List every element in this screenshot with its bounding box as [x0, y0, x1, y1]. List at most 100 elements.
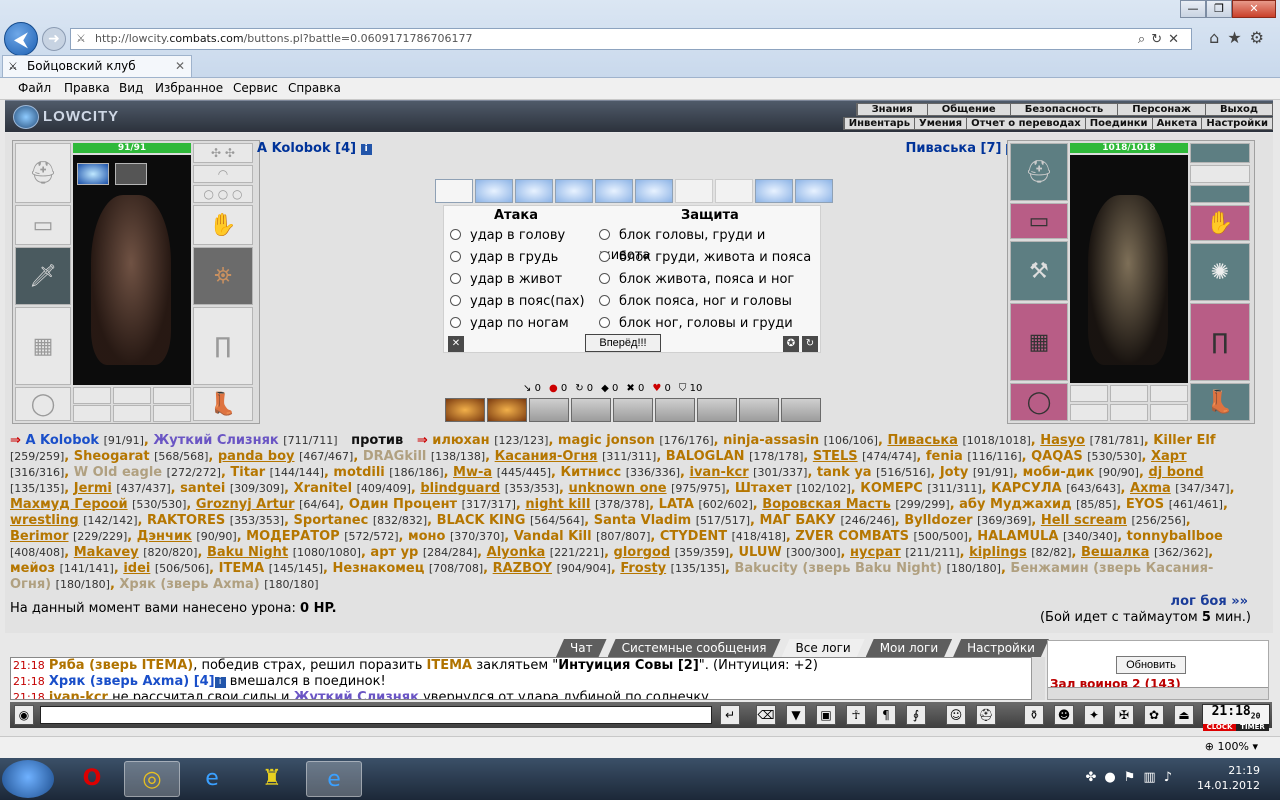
menu-tools[interactable]: Сервис: [233, 81, 278, 95]
defense-option-5[interactable]: блок ног, головы и груди: [599, 314, 793, 334]
combatant[interactable]: glorgod: [614, 545, 671, 560]
ie-active-icon[interactable]: e: [306, 761, 362, 797]
scroll-slot-6[interactable]: [635, 179, 673, 203]
combatant[interactable]: blindguard: [420, 481, 500, 496]
tactic-slot-4[interactable]: [571, 398, 611, 422]
clear-icon[interactable]: ⌫: [756, 705, 776, 725]
battle-log-link[interactable]: лог боя »»: [1171, 594, 1248, 609]
combatant[interactable]: Махмуд Героой: [10, 497, 128, 512]
combatant[interactable]: ivan-kcr: [690, 465, 749, 480]
maximize-button[interactable]: ❐: [1206, 0, 1232, 18]
chat-target[interactable]: Жуткий Слизняк: [294, 690, 419, 699]
info-icon[interactable]: i: [360, 144, 372, 155]
radio-button[interactable]: [450, 295, 461, 306]
combatant[interactable]: STELS: [813, 449, 858, 464]
menu-view[interactable]: Вид: [119, 81, 143, 95]
shield-slot[interactable]: ✺: [1190, 243, 1250, 301]
combatant[interactable]: Berimor: [10, 529, 68, 544]
refresh-icon[interactable]: ↻: [1151, 32, 1168, 47]
attack-belly-option[interactable]: удар в живот: [450, 270, 562, 290]
combatant[interactable]: Харт: [1151, 449, 1187, 464]
browser-tab[interactable]: ⚔ Бойцовский клуб ✕: [2, 55, 192, 77]
amulet-slot[interactable]: [1190, 165, 1250, 183]
helmet-slot[interactable]: ⛑: [1010, 143, 1068, 201]
refresh-icon[interactable]: ↻: [802, 336, 818, 352]
nav-character[interactable]: Персонаж: [1117, 104, 1205, 115]
scroll-slot-10[interactable]: [795, 179, 833, 203]
nav-skills[interactable]: Умения: [914, 118, 966, 129]
weapon-slot[interactable]: ⚒: [1010, 241, 1068, 301]
game-app-icon[interactable]: ♜: [244, 761, 300, 797]
combatant[interactable]: Mw-a: [453, 465, 492, 480]
boots-slot[interactable]: 👢: [193, 387, 253, 421]
go-button[interactable]: Вперёд!!!: [585, 334, 661, 352]
bird-icon[interactable]: ✦: [1084, 705, 1104, 725]
nav-inventory[interactable]: Инвентарь: [843, 118, 914, 129]
chat-target[interactable]: ITEMA: [427, 658, 473, 673]
nav-knowledge[interactable]: Знания: [856, 104, 927, 115]
minimize-button[interactable]: —: [1180, 0, 1206, 18]
combatant[interactable]: A Kolobok: [25, 433, 99, 448]
combatant[interactable]: Воровская Масть: [762, 497, 891, 512]
scroll-slot-8[interactable]: [715, 179, 753, 203]
combatant[interactable]: Пиваська: [887, 433, 958, 448]
defense-option-2[interactable]: блок груди, живота и пояса: [599, 248, 811, 268]
combatant[interactable]: Вешалка: [1081, 545, 1149, 560]
rune-slot-4[interactable]: [73, 405, 111, 422]
search-icon[interactable]: ⌕: [1138, 32, 1151, 47]
start-button[interactable]: [2, 760, 54, 798]
mask-icon[interactable]: ☻: [1054, 705, 1074, 725]
rune-slot-3[interactable]: [1150, 385, 1188, 402]
smiley-icon[interactable]: ☺: [946, 705, 966, 725]
belt-slot[interactable]: ◯: [1010, 383, 1068, 421]
combatant[interactable]: Хряк (зверь Axma): [119, 577, 259, 592]
tactic-slot-1[interactable]: [445, 398, 485, 422]
tactic-slot-3[interactable]: [529, 398, 569, 422]
nav-settings[interactable]: Настройки: [1201, 118, 1272, 129]
defense-option-1[interactable]: блок головы, груди и живота: [599, 226, 820, 263]
combatant[interactable]: kiplings: [969, 545, 1027, 560]
combatant[interactable]: Jermi: [74, 481, 112, 496]
combatant[interactable]: Hell scream: [1041, 513, 1127, 528]
radio-button[interactable]: [450, 251, 461, 262]
combatant[interactable]: night kill: [525, 497, 590, 512]
address-bar[interactable]: ⚔ http://lowcity.combats.com/buttons.pl?…: [70, 28, 1192, 50]
stop-icon[interactable]: ✕: [1168, 32, 1185, 47]
nav-communication[interactable]: Общение: [926, 104, 1010, 115]
combatant[interactable]: DRAGkill: [363, 449, 427, 464]
radio-button[interactable]: [599, 229, 610, 240]
menu-help[interactable]: Справка: [288, 81, 341, 95]
scroll-slot-2[interactable]: [475, 179, 513, 203]
chat-actor[interactable]: ivan-kcr: [49, 690, 108, 699]
scroll-slot-5[interactable]: [595, 179, 633, 203]
radio-button[interactable]: [450, 273, 461, 284]
walk-icon[interactable]: ☥: [846, 705, 866, 725]
volume-icon[interactable]: ♪: [1164, 770, 1180, 785]
rune-slot-1[interactable]: [1070, 385, 1108, 402]
rings-slot[interactable]: [1190, 185, 1250, 203]
buff-icon[interactable]: [77, 163, 109, 185]
potion-icon[interactable]: ⚱: [1024, 705, 1044, 725]
attack-legs-option[interactable]: удар по ногам: [450, 314, 569, 334]
tab-system-messages[interactable]: Системные сообщения: [608, 639, 781, 657]
defense-option-3[interactable]: блок живота, пояса и ног: [599, 270, 794, 290]
gloves-slot[interactable]: ✋: [193, 205, 253, 245]
flag-icon[interactable]: ⚑: [1124, 770, 1144, 785]
tactic-slot-6[interactable]: [655, 398, 695, 422]
translit-icon[interactable]: ¶: [876, 705, 896, 725]
radio-button[interactable]: [599, 317, 610, 328]
scroll-slot-7[interactable]: [675, 179, 713, 203]
back-button[interactable]: ⮜: [4, 22, 38, 56]
gloves-slot[interactable]: ✋: [1190, 205, 1250, 241]
scroll-slot-3[interactable]: [515, 179, 553, 203]
chat-actor[interactable]: Хряк (зверь Axma) [4]: [49, 674, 215, 689]
defense-option-4[interactable]: блок пояса, ног и головы: [599, 292, 792, 312]
leggings-slot[interactable]: ∏: [1190, 303, 1250, 381]
radio-button[interactable]: [599, 295, 610, 306]
system-clock[interactable]: 21:19 14.01.2012: [1197, 763, 1260, 793]
tab-all-logs[interactable]: Все логи: [782, 639, 865, 657]
attack-groin-option[interactable]: удар в пояс(пах): [450, 292, 585, 312]
menu-favorites[interactable]: Избранное: [155, 81, 223, 95]
combatant[interactable]: Bakucity (зверь Baku Night): [734, 561, 942, 576]
combatant[interactable]: Frosty: [620, 561, 666, 576]
